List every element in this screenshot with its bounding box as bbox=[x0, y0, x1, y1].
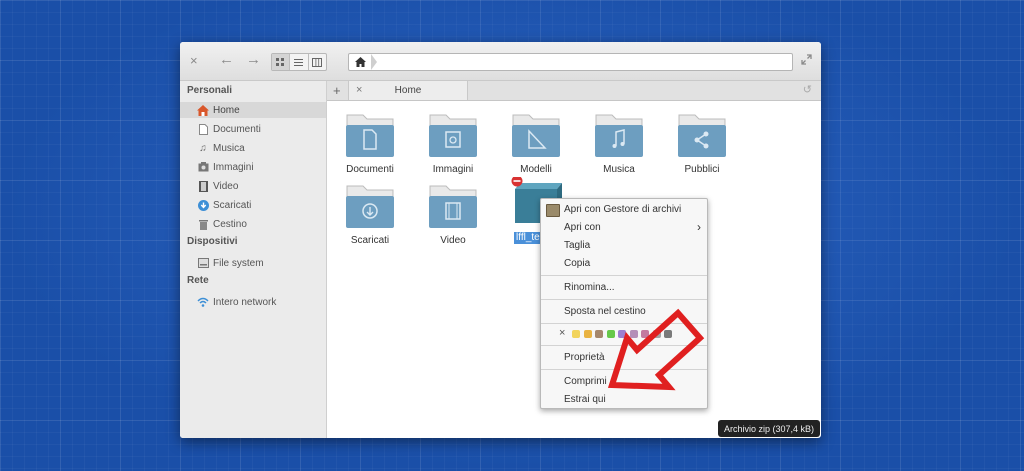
menu-item-cut[interactable]: Taglia bbox=[564, 240, 590, 251]
menu-separator bbox=[541, 299, 707, 300]
new-tab-button[interactable]: + bbox=[333, 83, 341, 98]
sidebar-heading-personal: Personali bbox=[187, 85, 233, 96]
forward-icon[interactable]: → bbox=[246, 52, 261, 67]
drive-icon bbox=[197, 257, 209, 269]
wifi-icon bbox=[197, 296, 209, 308]
tab-bar: + × Home ↺ bbox=[327, 81, 821, 101]
sidebar: Personali Home Documenti ♫ Musica Immagi… bbox=[180, 81, 327, 438]
sidebar-item-images[interactable]: Immagini bbox=[197, 159, 326, 175]
sidebar-item-label: Intero network bbox=[213, 296, 277, 308]
breadcrumb-separator bbox=[371, 54, 377, 70]
sidebar-item-label: Cestino bbox=[213, 218, 247, 230]
color-clear-icon[interactable]: × bbox=[559, 327, 565, 339]
folder-public[interactable]: Pubblici bbox=[671, 111, 733, 175]
video-icon bbox=[197, 180, 209, 192]
sidebar-item-label: File system bbox=[213, 257, 264, 269]
chevron-right-icon: › bbox=[697, 220, 701, 234]
file-manager-window: × ← → Personali Home Documenti ♫ Musica … bbox=[180, 42, 821, 438]
file-label: Musica bbox=[603, 164, 635, 175]
music-icon: ♫ bbox=[199, 142, 207, 154]
share-folder-icon bbox=[678, 114, 726, 157]
menu-item-rename[interactable]: Rinomina... bbox=[564, 282, 615, 293]
menu-item-open-with[interactable]: Apri con bbox=[564, 222, 601, 233]
sidebar-heading-devices: Dispositivi bbox=[187, 236, 238, 247]
image-icon bbox=[197, 161, 209, 173]
view-mode-switcher bbox=[271, 53, 327, 71]
file-label: Scaricati bbox=[350, 235, 390, 246]
folder-documents[interactable]: Documenti bbox=[339, 111, 401, 175]
file-label: Video bbox=[440, 235, 466, 246]
menu-item-properties[interactable]: Proprietà bbox=[564, 352, 605, 363]
sidebar-item-trash[interactable]: Cestino bbox=[197, 216, 326, 232]
video-folder-icon bbox=[429, 185, 477, 228]
list-view-icon[interactable] bbox=[290, 54, 309, 70]
trash-icon bbox=[197, 218, 209, 230]
column-view-icon[interactable] bbox=[309, 54, 326, 70]
back-icon[interactable]: ← bbox=[219, 52, 234, 67]
annotation-arrow-icon bbox=[607, 308, 705, 391]
document-icon bbox=[197, 123, 209, 135]
menu-item-open-with-archive-manager[interactable]: Apri con Gestore di archivi bbox=[564, 204, 681, 215]
images-folder-icon bbox=[429, 114, 477, 157]
home-icon bbox=[197, 104, 209, 116]
download-folder-icon bbox=[346, 185, 394, 228]
folder-downloads[interactable]: Scaricati bbox=[339, 182, 401, 246]
folder-video[interactable]: Video bbox=[422, 182, 484, 246]
folder-templates[interactable]: Modelli bbox=[505, 111, 567, 175]
color-tag-swatch[interactable] bbox=[583, 330, 592, 338]
templates-folder-icon bbox=[512, 114, 560, 157]
sidebar-heading-network: Rete bbox=[187, 275, 209, 286]
location-bar[interactable] bbox=[348, 53, 793, 71]
expand-icon[interactable] bbox=[801, 54, 812, 68]
sidebar-item-filesystem[interactable]: File system bbox=[197, 255, 326, 271]
sidebar-item-label: Home bbox=[213, 104, 240, 116]
restore-tab-icon[interactable]: ↺ bbox=[803, 83, 812, 96]
sidebar-item-label: Immagini bbox=[213, 161, 254, 173]
menu-item-copy[interactable]: Copia bbox=[564, 258, 590, 269]
download-icon bbox=[197, 199, 209, 211]
tab-home[interactable]: × Home bbox=[348, 81, 468, 100]
sidebar-item-home[interactable]: Home bbox=[180, 102, 326, 118]
document-folder-icon bbox=[346, 114, 394, 157]
home-icon[interactable] bbox=[349, 54, 371, 70]
file-label: Documenti bbox=[346, 164, 394, 175]
sidebar-item-documents[interactable]: Documenti bbox=[197, 121, 326, 137]
file-label: Immagini bbox=[432, 164, 474, 175]
header-bar: × ← → bbox=[180, 42, 821, 81]
folder-images[interactable]: Immagini bbox=[422, 111, 484, 175]
menu-separator bbox=[541, 275, 707, 276]
archive-manager-icon bbox=[546, 204, 560, 217]
sidebar-item-label: Scaricati bbox=[213, 199, 252, 211]
sidebar-item-label: Video bbox=[213, 180, 239, 192]
file-label: Modelli bbox=[520, 164, 552, 175]
color-tag-swatch[interactable] bbox=[572, 330, 580, 338]
file-label: Pubblici bbox=[684, 164, 720, 175]
status-bar: Archivio zip (307,4 kB) bbox=[718, 420, 820, 437]
music-folder-icon bbox=[595, 114, 643, 157]
sidebar-item-downloads[interactable]: Scaricati bbox=[197, 197, 326, 213]
sidebar-item-video[interactable]: Video bbox=[197, 178, 326, 194]
sidebar-item-label: Documenti bbox=[213, 123, 261, 135]
folder-music[interactable]: Musica bbox=[588, 111, 650, 175]
close-icon[interactable]: × bbox=[190, 54, 198, 68]
sidebar-item-network[interactable]: Intero network bbox=[197, 294, 326, 310]
grid-view-icon[interactable] bbox=[272, 54, 291, 70]
tab-label: Home bbox=[394, 85, 422, 96]
sidebar-item-label: Musica bbox=[213, 142, 245, 154]
sidebar-item-music[interactable]: ♫ Musica bbox=[197, 140, 326, 156]
